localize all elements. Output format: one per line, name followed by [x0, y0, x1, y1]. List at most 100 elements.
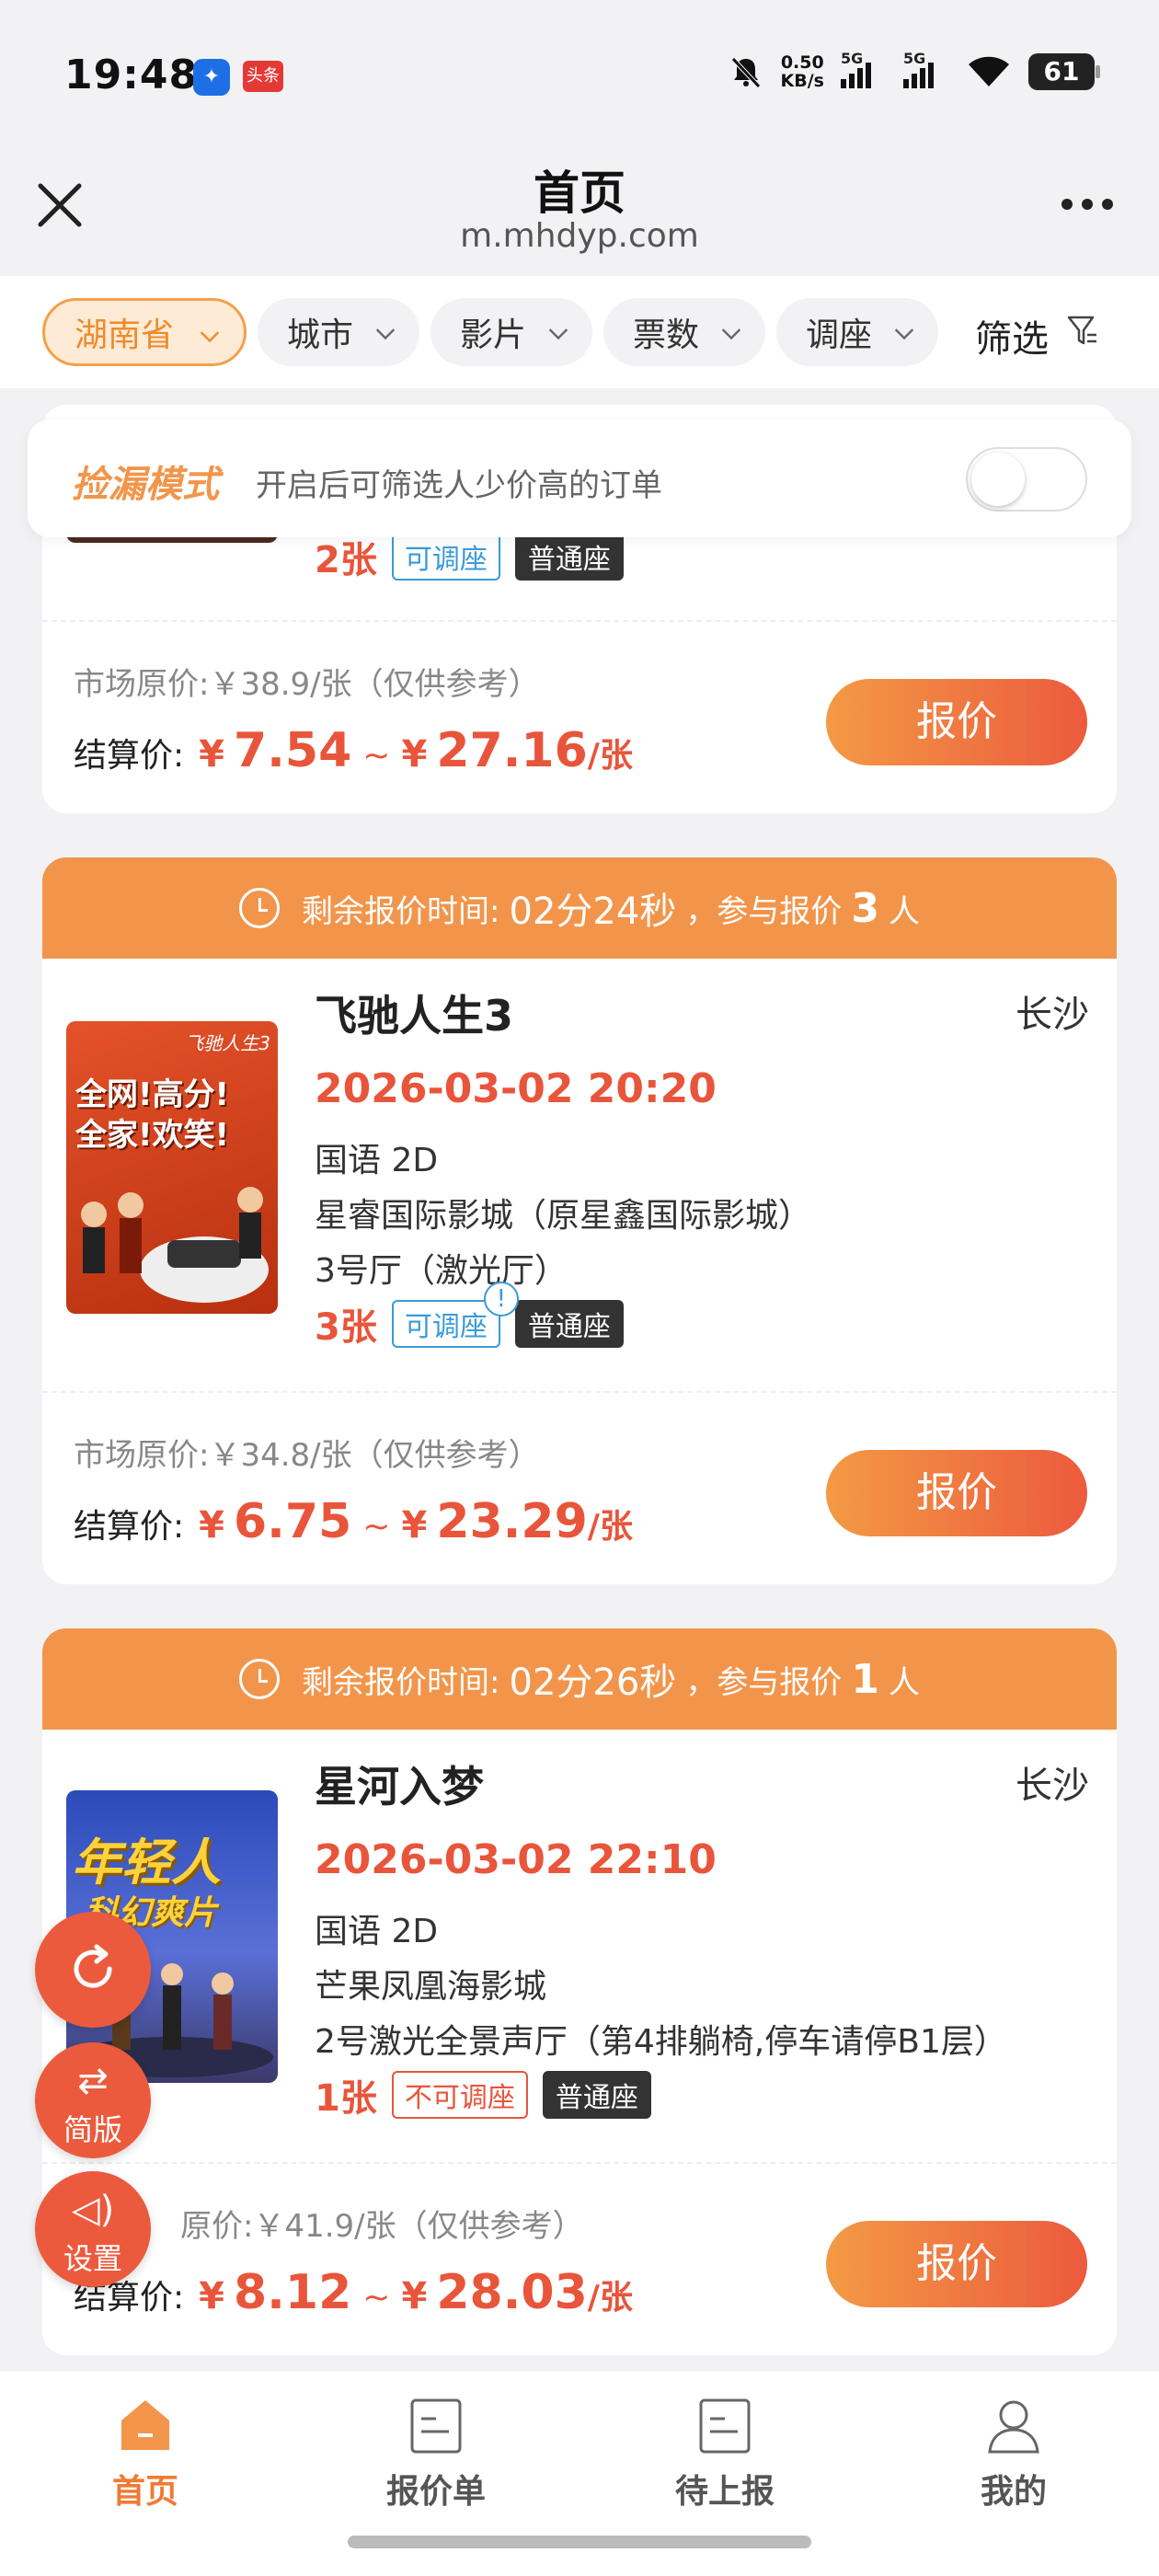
speaker-icon: ◁)	[71, 2189, 115, 2231]
settle-price: 结算价: ¥ 7.54 ~ ¥ 27.16 /张	[74, 723, 633, 778]
home-icon	[121, 2400, 169, 2450]
clock-icon	[239, 1659, 281, 1699]
nav-item-quotes[interactable]: 报价单	[344, 2397, 528, 2513]
showtime: 2026-03-02 22:10	[315, 1836, 717, 1883]
settings-button[interactable]: ◁) 设置	[35, 2171, 151, 2287]
price-range-sep: ~	[362, 2279, 391, 2317]
market-price: 市场原价:￥34.8/张（仅供参考）	[74, 1437, 540, 1474]
order-card: 剩余报价时间: 02分26秒 ，参与报价 1 人 年轻人 科幻爽片 星河入梦 长…	[42, 1628, 1117, 2355]
app-notification-icon: ✦	[193, 59, 230, 96]
document-icon	[699, 2398, 751, 2454]
order-card: 剩余报价时间: 02分24秒 ，参与报价 3 人 飞驰人生3 全网!高分! 全家…	[42, 857, 1117, 1584]
filter-province-dropdown[interactable]: 湖南省	[42, 298, 247, 366]
adjustable-seat-label: 可调座	[404, 544, 488, 576]
page-url: m.mhdyp.com	[460, 217, 699, 255]
price-max: 23.29	[436, 1494, 588, 1549]
funnel-icon[interactable]	[1067, 315, 1098, 348]
participants-label: ，参与报价	[685, 892, 843, 930]
card-divider	[42, 2162, 1117, 2164]
home-indicator[interactable]	[348, 2536, 811, 2548]
card-divider	[42, 620, 1117, 622]
quote-button[interactable]: 报价	[826, 2221, 1087, 2307]
chevron-down-icon	[721, 320, 741, 340]
filter-city-dropdown[interactable]: 城市	[258, 298, 419, 366]
market-price: 市场原价:￥38.9/张（仅供参考）	[74, 666, 540, 703]
settle-price: 结算价: ¥ 6.75 ~ ¥ 23.29 /张	[74, 1494, 633, 1549]
card-countdown-header: 剩余报价时间: 02分26秒 ，参与报价 1 人	[42, 1628, 1117, 1730]
settings-label: 设置	[63, 2241, 122, 2276]
chevron-down-icon	[548, 320, 568, 340]
price-unit: /张	[587, 2279, 633, 2317]
title-bar: 首页 m.mhdyp.com	[0, 147, 1159, 276]
yen-symbol: ¥	[199, 1504, 224, 1547]
participants-count: 1	[851, 1655, 879, 1703]
filter-movie-dropdown[interactable]: 影片	[430, 298, 592, 366]
filter-province-label: 湖南省	[75, 316, 175, 354]
refresh-icon	[74, 1944, 112, 1988]
participants-unit: 人	[888, 1663, 920, 1701]
refresh-button[interactable]	[35, 1912, 151, 2028]
toggle-knob	[971, 453, 1025, 506]
mute-bell-icon	[730, 57, 761, 88]
price-max: 28.03	[436, 2265, 588, 2320]
price-range-sep: ~	[362, 737, 391, 775]
poster-corner-text: 飞驰人生3	[185, 1032, 270, 1054]
card-divider	[42, 1391, 1117, 1393]
more-options-icon[interactable]	[1061, 199, 1113, 210]
filter-button[interactable]: 筛选	[975, 309, 1049, 362]
filter-seat-dropdown[interactable]: 调座	[776, 298, 938, 366]
movie-poster[interactable]: 飞驰人生3 全网!高分! 全家!欢笑!	[66, 1021, 278, 1314]
cinema-name: 芒果凤凰海影城	[315, 1968, 547, 2006]
seat-type-tag: 普通座	[514, 533, 624, 581]
movie-format: 国语 2D	[315, 1142, 439, 1179]
hall-name: 3号厅（激光厅）	[315, 1252, 568, 1290]
bargain-mode-toggle[interactable]	[966, 447, 1087, 512]
page-title: 首页	[534, 167, 625, 220]
nav-label: 报价单	[385, 2473, 486, 2511]
poster-text-2: 全家!欢笑!	[75, 1117, 230, 1154]
settle-label: 结算价:	[74, 1508, 185, 1546]
status-time: 19:48	[64, 52, 199, 98]
movie-city: 长沙	[1016, 1765, 1089, 1807]
net-speed: 0.50 KB/s	[781, 53, 824, 90]
chevron-down-icon	[200, 323, 220, 343]
nav-item-pending[interactable]: 待上报	[633, 2397, 817, 2513]
market-price: 原价:￥41.9/张（仅供参考）	[180, 2208, 584, 2245]
poster-text-1: 年轻人	[72, 1834, 221, 1892]
non-adjustable-seat-tag: 不可调座	[391, 2071, 528, 2119]
adjustable-seat-label: 可调座	[404, 1311, 488, 1343]
price-unit: /张	[587, 737, 633, 775]
cinema-name: 星睿国际影城（原星鑫国际影城）	[315, 1197, 812, 1235]
simple-mode-button[interactable]: ⇄ 简版	[35, 2042, 151, 2158]
filter-movie-label: 影片	[460, 316, 527, 354]
filter-tickets-dropdown[interactable]: 票数	[603, 298, 765, 366]
card-countdown-header: 剩余报价时间: 02分24秒 ，参与报价 3 人	[42, 857, 1117, 959]
status-bar: 19:48 ✦ 头条 0.50 KB/s 5G 5G 61	[0, 0, 1159, 147]
bargain-mode-desc: 开启后可筛选人少价高的订单	[256, 467, 662, 504]
ticket-count: 3张	[315, 1306, 377, 1349]
countdown-label: 剩余报价时间:	[302, 1663, 500, 1701]
yen-symbol: ¥	[199, 733, 224, 776]
adjustable-seat-tag: 可调座!	[391, 1282, 519, 1348]
quote-button[interactable]: 报价	[826, 1450, 1087, 1536]
info-icon[interactable]: !	[483, 1282, 519, 1317]
swap-icon: ⇄	[77, 2060, 109, 2102]
yen-symbol: ¥	[401, 2275, 428, 2317]
user-icon	[988, 2400, 1039, 2454]
clock-icon	[239, 888, 281, 928]
price-min: 8.12	[233, 2265, 352, 2320]
quote-button[interactable]: 报价	[826, 679, 1087, 765]
nav-label: 我的	[980, 2473, 1047, 2511]
simple-mode-label: 简版	[63, 2112, 122, 2147]
nav-item-profile[interactable]: 我的	[922, 2397, 1106, 2513]
nav-item-home[interactable]: 首页	[53, 2397, 237, 2513]
participants-count: 3	[851, 884, 879, 932]
price-unit: /张	[587, 1508, 633, 1546]
chevron-down-icon	[894, 320, 914, 340]
status-indicators: 0.50 KB/s 5G 5G 61	[728, 50, 1100, 90]
poster-text-1: 全网!高分!	[75, 1076, 230, 1113]
filter-bar: 湖南省 城市 影片 票数 调座 筛选	[0, 276, 1159, 388]
ticket-row: 1张 不可调座 普通座	[315, 2068, 651, 2122]
poster-artwork	[81, 1187, 269, 1303]
net-speed-unit: KB/s	[780, 71, 824, 91]
